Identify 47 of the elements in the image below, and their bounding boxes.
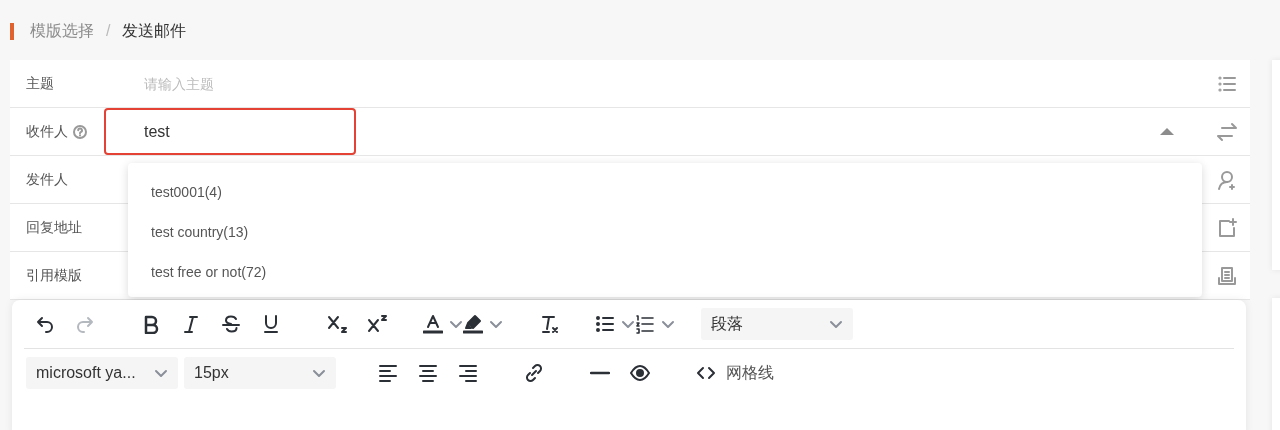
font-color-icon <box>423 314 443 334</box>
chevron-down-icon <box>489 318 503 330</box>
format-select[interactable]: microsoft ya... <box>26 357 178 389</box>
chevron-down-icon <box>312 367 326 379</box>
breadcrumb-item[interactable]: 发送邮件 <box>122 20 187 42</box>
link-icon <box>524 363 544 383</box>
bullet-list-icon <box>595 314 615 334</box>
suggestion-item[interactable]: test0001(4) <box>128 172 1202 212</box>
highlighter-icon <box>463 314 483 334</box>
field-label: 主题 <box>26 74 54 93</box>
strikethrough-icon <box>221 314 241 334</box>
caret-up-icon[interactable] <box>1160 128 1174 135</box>
field-label: 收件人 <box>26 122 68 141</box>
subject-input[interactable]: 请输入主题 <box>104 60 704 107</box>
numbered-list-icon <box>635 314 655 334</box>
eye-icon <box>630 363 650 383</box>
field-label: 引用模版 <box>26 266 82 285</box>
chevron-down-icon <box>661 318 675 330</box>
redo-icon <box>75 314 95 334</box>
chevron-down-icon <box>449 318 463 330</box>
toolbar-button[interactable]: 网格线 <box>726 356 774 390</box>
recipient-input[interactable]: test <box>104 108 356 155</box>
chevron-down-icon <box>154 367 168 379</box>
horizontal-rule-icon <box>590 371 610 375</box>
italic-icon <box>181 314 201 334</box>
underline-icon <box>261 314 281 334</box>
align-left-icon <box>378 363 398 383</box>
format-select[interactable]: 段落 <box>701 308 853 340</box>
superscript-icon <box>367 314 387 334</box>
user-add-icon[interactable] <box>1217 169 1237 190</box>
suggestion-item[interactable]: test country(13) <box>128 212 1202 252</box>
breadcrumb-separator: / <box>106 22 111 40</box>
chevron-down-icon <box>621 318 635 330</box>
field-label: 发件人 <box>26 170 68 189</box>
suggestion-item[interactable]: test free or not(72) <box>128 252 1202 292</box>
chevron-down-icon <box>829 318 843 330</box>
align-right-icon <box>458 363 478 383</box>
subscript-icon <box>327 314 347 334</box>
undo-icon <box>35 314 55 334</box>
align-center-icon <box>418 363 438 383</box>
format-select[interactable]: 15px <box>184 357 336 389</box>
accent-bar <box>10 22 14 40</box>
clear-format-icon <box>539 314 559 334</box>
add-box-icon[interactable] <box>1217 217 1237 238</box>
document-tray-icon[interactable] <box>1217 265 1237 286</box>
field-label: 回复地址 <box>26 218 82 237</box>
swap-arrows-icon[interactable] <box>1217 121 1237 142</box>
